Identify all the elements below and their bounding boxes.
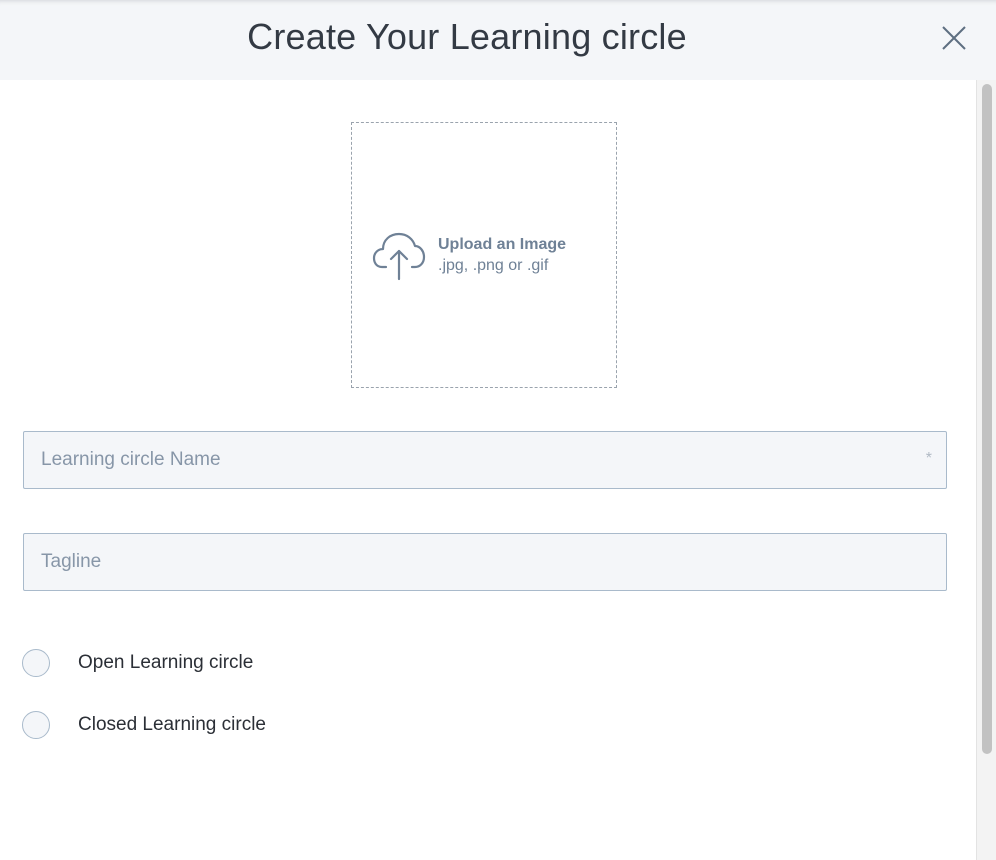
tagline-field	[23, 533, 947, 591]
learning-circle-name-field: *	[23, 431, 947, 489]
create-learning-circle-dialog: Create Your Learning circle Upload an Im…	[0, 0, 996, 860]
radio-label-closed: Closed Learning circle	[78, 714, 266, 735]
cloud-upload-icon	[372, 232, 426, 281]
radio-label-open: Open Learning circle	[78, 652, 254, 673]
close-button[interactable]	[940, 24, 968, 52]
upload-formats-hint: .jpg, .png or .gif	[438, 257, 549, 274]
tagline-input[interactable]	[24, 534, 946, 590]
radio-button[interactable]	[22, 711, 50, 739]
scrollbar-thumb[interactable]	[982, 84, 992, 754]
required-marker: *	[925, 450, 932, 467]
upload-title: Upload an Image	[438, 236, 567, 253]
dialog-title: Create Your Learning circle	[247, 16, 687, 57]
dialog-header: Create Your Learning circle	[0, 0, 996, 80]
radio-button[interactable]	[22, 649, 50, 677]
learning-circle-name-input[interactable]	[24, 432, 946, 488]
close-icon	[942, 26, 966, 50]
image-upload-dropzone[interactable]: Upload an Image .jpg, .png or .gif	[351, 122, 617, 388]
